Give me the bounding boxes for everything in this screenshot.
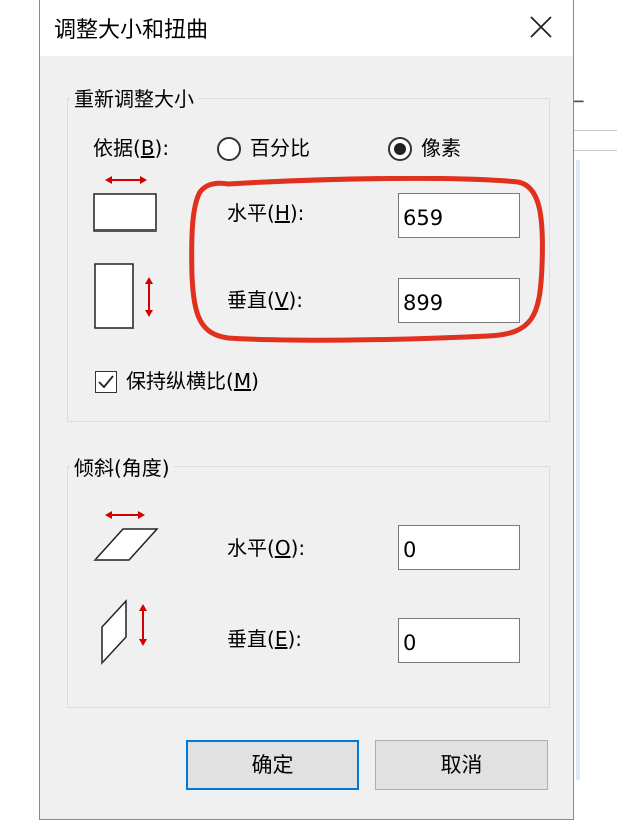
title-bar: 调整大小和扭曲 bbox=[40, 0, 573, 56]
vertical-resize-icon bbox=[94, 263, 153, 329]
percent-radio[interactable] bbox=[217, 137, 241, 161]
resize-vertical-label: 垂直(V): bbox=[227, 288, 304, 312]
background-app bbox=[574, 0, 617, 822]
horizontal-resize-icon bbox=[93, 176, 157, 232]
ok-button[interactable]: 确定 bbox=[186, 740, 359, 790]
pixels-radio-label[interactable]: 像素 bbox=[421, 135, 461, 161]
resize-vertical-input[interactable] bbox=[398, 278, 520, 323]
close-icon bbox=[530, 16, 552, 38]
close-button[interactable] bbox=[515, 4, 567, 50]
keep-aspect-ratio-label[interactable]: 保持纵横比(M) bbox=[126, 368, 259, 394]
cancel-button[interactable]: 取消 bbox=[375, 740, 548, 790]
skew-vertical-label: 垂直(E): bbox=[227, 627, 302, 651]
resize-horizontal-input[interactable] bbox=[398, 193, 520, 238]
percent-radio-label[interactable]: 百分比 bbox=[250, 135, 310, 161]
resize-group-title: 重新调整大小 bbox=[70, 86, 198, 112]
skew-group-title: 倾斜(角度) bbox=[70, 455, 174, 481]
skew-horizontal-label: 水平(O): bbox=[227, 536, 306, 560]
skew-group bbox=[67, 466, 550, 708]
keep-aspect-ratio-checkbox[interactable] bbox=[95, 371, 117, 393]
check-icon bbox=[98, 375, 114, 389]
skew-horizontal-input[interactable] bbox=[398, 525, 520, 570]
resize-skew-dialog: 调整大小和扭曲 重新调整大小 依据(B): 百分比 像素 水平(H): 659 … bbox=[39, 0, 574, 820]
resize-horizontal-label: 水平(H): bbox=[227, 201, 305, 225]
skew-vertical-input[interactable] bbox=[398, 618, 520, 663]
pixels-radio[interactable] bbox=[388, 137, 412, 161]
dialog-title: 调整大小和扭曲 bbox=[54, 18, 209, 43]
vertical-skew-icon bbox=[101, 599, 147, 665]
basis-label: 依据(B): bbox=[93, 136, 170, 160]
horizontal-skew-icon bbox=[93, 511, 159, 561]
